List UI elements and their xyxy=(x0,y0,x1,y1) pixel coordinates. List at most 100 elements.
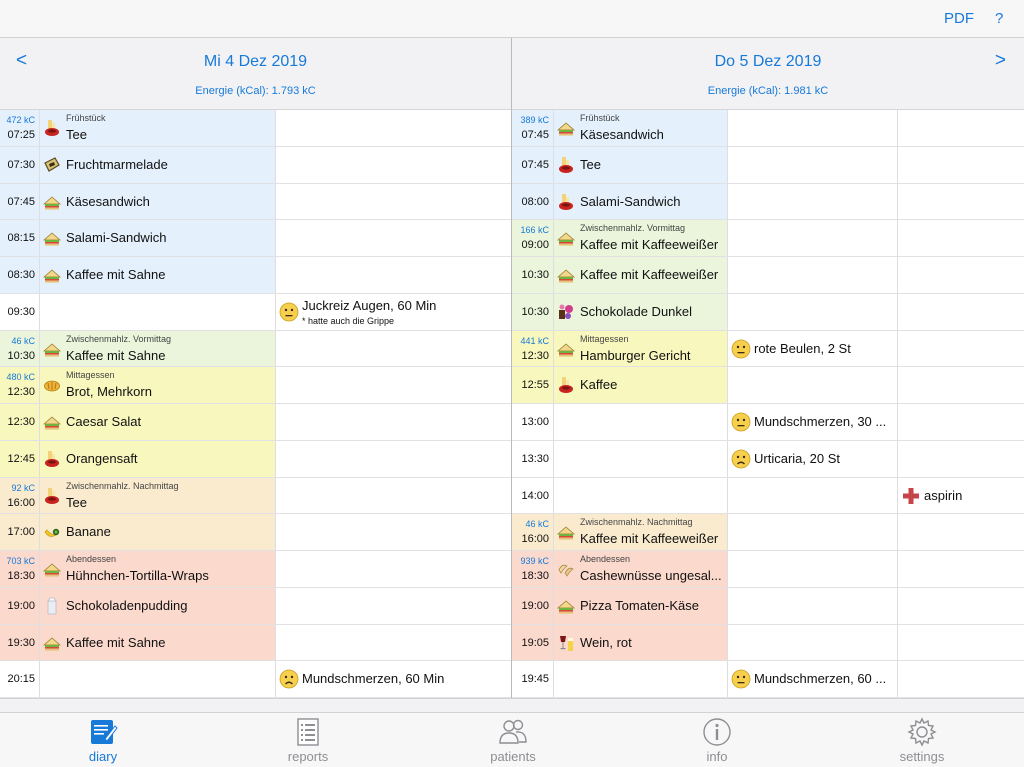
food-entry-cell[interactable]: Zwischenmahlz. Vormittag Kaffee mit Sahne xyxy=(40,330,276,367)
diary-row[interactable]: 12:30 Caesar Salat xyxy=(0,404,511,441)
symptom-cell[interactable]: Juckreiz Augen, 60 Min * hatte auch die G… xyxy=(276,294,511,330)
pdf-button[interactable]: PDF xyxy=(944,10,974,27)
diary-row[interactable]: 07:30 Fruchtmarmelade xyxy=(0,146,511,184)
medication-cell[interactable] xyxy=(898,441,1024,477)
symptom-cell[interactable]: Urticaria, 20 St xyxy=(728,440,898,477)
food-entry-cell[interactable]: Käsesandwich xyxy=(40,183,276,220)
food-entry-cell[interactable] xyxy=(40,661,276,697)
food-entry-cell[interactable]: Abendessen Cashewnüsse ungesal... xyxy=(554,551,728,587)
medication-cell[interactable] xyxy=(898,294,1024,330)
symptom-cell[interactable] xyxy=(276,514,511,550)
food-entry-cell[interactable]: Kaffee mit Sahne xyxy=(40,624,276,661)
symptom-cell[interactable] xyxy=(276,331,511,367)
diary-row[interactable]: 10:30 Kaffee mit Kaffeeweißer xyxy=(512,257,1024,294)
medication-cell[interactable] xyxy=(898,257,1024,293)
diary-row[interactable]: 08:30 Kaffee mit Sahne xyxy=(0,257,511,294)
medication-cell[interactable] xyxy=(898,220,1024,256)
food-entry-cell[interactable]: Fruchtmarmelade xyxy=(40,146,276,183)
tab-patients[interactable]: patients xyxy=(458,713,568,767)
help-button[interactable]: ? xyxy=(995,10,1003,27)
food-entry-cell[interactable]: Schokoladenpudding xyxy=(40,587,276,624)
symptom-cell[interactable] xyxy=(728,220,898,256)
food-entry-cell[interactable]: Mittagessen Brot, Mehrkorn xyxy=(40,367,276,403)
food-entry-cell[interactable]: Salami-Sandwich xyxy=(40,220,276,256)
diary-row[interactable]: 08:15 Salami-Sandwich xyxy=(0,220,511,257)
diary-row[interactable]: 939 kC 18:30 Abendessen Cashewnüsse ungesal… xyxy=(512,551,1024,588)
food-entry-cell[interactable]: Mittagessen Hamburger Gericht xyxy=(554,330,728,367)
food-entry-cell[interactable]: Kaffee xyxy=(554,367,728,403)
diary-row[interactable]: 17:00 Banane xyxy=(0,514,511,551)
symptom-cell[interactable]: rote Beulen, 2 St xyxy=(728,330,898,367)
symptom-cell[interactable] xyxy=(728,293,898,330)
tab-diary[interactable]: diary xyxy=(48,713,158,767)
food-entry-cell[interactable] xyxy=(554,404,728,440)
food-entry-cell[interactable]: Banane xyxy=(40,514,276,550)
diary-row[interactable]: 480 kC 12:30 Mittagessen Brot, Mehrkorn xyxy=(0,367,511,404)
symptom-cell[interactable] xyxy=(276,257,511,293)
symptom-cell[interactable] xyxy=(728,146,898,183)
symptom-cell[interactable] xyxy=(276,220,511,256)
symptom-cell[interactable] xyxy=(276,367,511,403)
tab-reports[interactable]: reports xyxy=(253,713,363,767)
medication-cell[interactable] xyxy=(898,551,1024,587)
symptom-cell[interactable] xyxy=(276,588,511,624)
medication-cell[interactable] xyxy=(898,147,1024,183)
medication-cell[interactable] xyxy=(898,625,1024,661)
food-entry-cell[interactable] xyxy=(554,661,728,697)
diary-row[interactable]: 472 kC 07:25 Frühstück Tee xyxy=(0,110,511,147)
medication-cell[interactable] xyxy=(898,110,1024,146)
medication-cell[interactable] xyxy=(898,404,1024,440)
symptom-cell[interactable] xyxy=(728,477,898,514)
diary-row[interactable]: 14:00 aspirin xyxy=(512,477,1024,515)
diary-row[interactable]: 13:00 Mundschmerzen, 30 ... xyxy=(512,404,1024,441)
food-entry-cell[interactable]: Frühstück Käsesandwich xyxy=(554,110,728,146)
symptom-cell[interactable] xyxy=(728,183,898,220)
medication-cell[interactable] xyxy=(898,331,1024,367)
food-entry-cell[interactable]: Caesar Salat xyxy=(40,404,276,440)
food-entry-cell[interactable]: Abendessen Hühnchen-Tortilla-Wraps xyxy=(40,551,276,587)
diary-row[interactable]: 46 kC 10:30 Zwischenmahlz. Vormittag Kaffee… xyxy=(0,330,511,368)
food-entry-cell[interactable]: Pizza Tomaten-Käse xyxy=(554,587,728,624)
diary-row[interactable]: 19:30 Kaffee mit Sahne xyxy=(0,624,511,662)
symptom-cell[interactable] xyxy=(276,441,511,477)
food-entry-cell[interactable]: Tee xyxy=(554,146,728,183)
symptom-cell[interactable] xyxy=(276,478,511,514)
diary-row[interactable]: 19:00 Schokoladenpudding xyxy=(0,587,511,625)
diary-row[interactable]: 07:45 Käsesandwich xyxy=(0,183,511,221)
diary-row[interactable]: 19:45 Mundschmerzen, 60 ... xyxy=(512,661,1024,698)
food-entry-cell[interactable]: Kaffee mit Sahne xyxy=(40,257,276,293)
diary-row[interactable]: 19:00 Pizza Tomaten-Käse xyxy=(512,587,1024,625)
diary-row[interactable]: 07:45 Tee xyxy=(512,146,1024,184)
diary-row[interactable]: 13:30 Urticaria, 20 St xyxy=(512,440,1024,478)
symptom-cell[interactable] xyxy=(276,404,511,440)
diary-row[interactable]: 12:55 Kaffee xyxy=(512,367,1024,404)
food-entry-cell[interactable] xyxy=(554,440,728,477)
diary-row[interactable]: 166 kC 09:00 Zwischenmahlz. Vormittag Kaffe… xyxy=(512,220,1024,257)
symptom-cell[interactable] xyxy=(728,257,898,293)
diary-row[interactable]: 10:30 Schokolade Dunkel xyxy=(512,293,1024,331)
medication-cell[interactable] xyxy=(898,588,1024,624)
diary-row[interactable]: 19:05 Wein, rot xyxy=(512,624,1024,662)
symptom-cell[interactable]: Mundschmerzen, 30 ... xyxy=(728,404,898,440)
diary-row[interactable]: 703 kC 18:30 Abendessen Hühnchen-Tortilla-W… xyxy=(0,551,511,588)
tab-settings[interactable]: settings xyxy=(867,713,977,767)
diary-row[interactable]: 389 kC 07:45 Frühstück Käsesandwich xyxy=(512,110,1024,147)
diary-row[interactable]: 92 kC 16:00 Zwischenmahlz. Nachmittag Tee xyxy=(0,477,511,515)
symptom-cell[interactable] xyxy=(728,110,898,146)
diary-row[interactable]: 08:00 Salami-Sandwich xyxy=(512,183,1024,221)
symptom-cell[interactable] xyxy=(728,587,898,624)
food-entry-cell[interactable]: Kaffee mit Kaffeeweißer xyxy=(554,257,728,293)
food-entry-cell[interactable]: Wein, rot xyxy=(554,624,728,661)
diary-row[interactable]: 20:15 Mundschmerzen, 60 Min xyxy=(0,661,511,698)
diary-row[interactable]: 09:30 Juckreiz Augen, 60 Min * hatte auch … xyxy=(0,293,511,331)
symptom-cell[interactable] xyxy=(276,147,511,183)
medication-cell[interactable]: aspirin xyxy=(898,478,1024,514)
diary-row[interactable]: 441 kC 12:30 Mittagessen Hamburger Gericht r… xyxy=(512,330,1024,368)
food-entry-cell[interactable] xyxy=(554,477,728,514)
symptom-cell[interactable] xyxy=(276,551,511,587)
food-entry-cell[interactable]: Schokolade Dunkel xyxy=(554,293,728,330)
medication-cell[interactable] xyxy=(898,661,1024,697)
food-entry-cell[interactable] xyxy=(40,293,276,330)
diary-row[interactable]: 46 kC 16:00 Zwischenmahlz. Nachmittag Kaffe… xyxy=(512,514,1024,551)
medication-cell[interactable] xyxy=(898,184,1024,220)
